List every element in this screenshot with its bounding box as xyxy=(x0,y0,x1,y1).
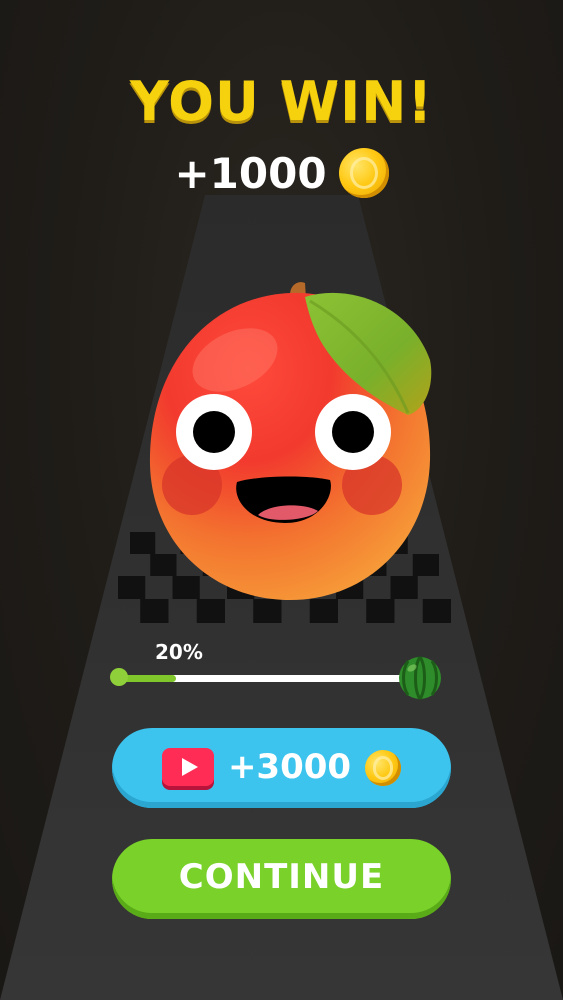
progress-start-dot xyxy=(110,668,128,686)
watermelon-icon xyxy=(399,656,441,700)
continue-button[interactable]: CONTINUE xyxy=(112,839,451,919)
mango-character xyxy=(149,282,432,600)
progress-percent: 20% xyxy=(155,640,203,664)
coin-icon xyxy=(338,148,389,198)
coin-icon xyxy=(365,750,402,786)
coin-reward-amount: +1000 xyxy=(174,148,327,198)
right-eye xyxy=(315,394,391,470)
left-eye xyxy=(176,394,252,470)
coin-reward: +1000 xyxy=(0,148,563,198)
level-progress-bar xyxy=(118,675,410,682)
play-video-icon xyxy=(161,747,214,786)
ad-reward-amount: +3000 xyxy=(227,746,352,787)
watch-ad-reward-button[interactable]: +3000 xyxy=(112,728,451,808)
win-title: YOU WIN! xyxy=(129,70,434,133)
continue-label: CONTINUE xyxy=(178,857,385,897)
win-screen: YOU WIN! +1000 20% +3000 CONTINUE xyxy=(0,0,563,1000)
